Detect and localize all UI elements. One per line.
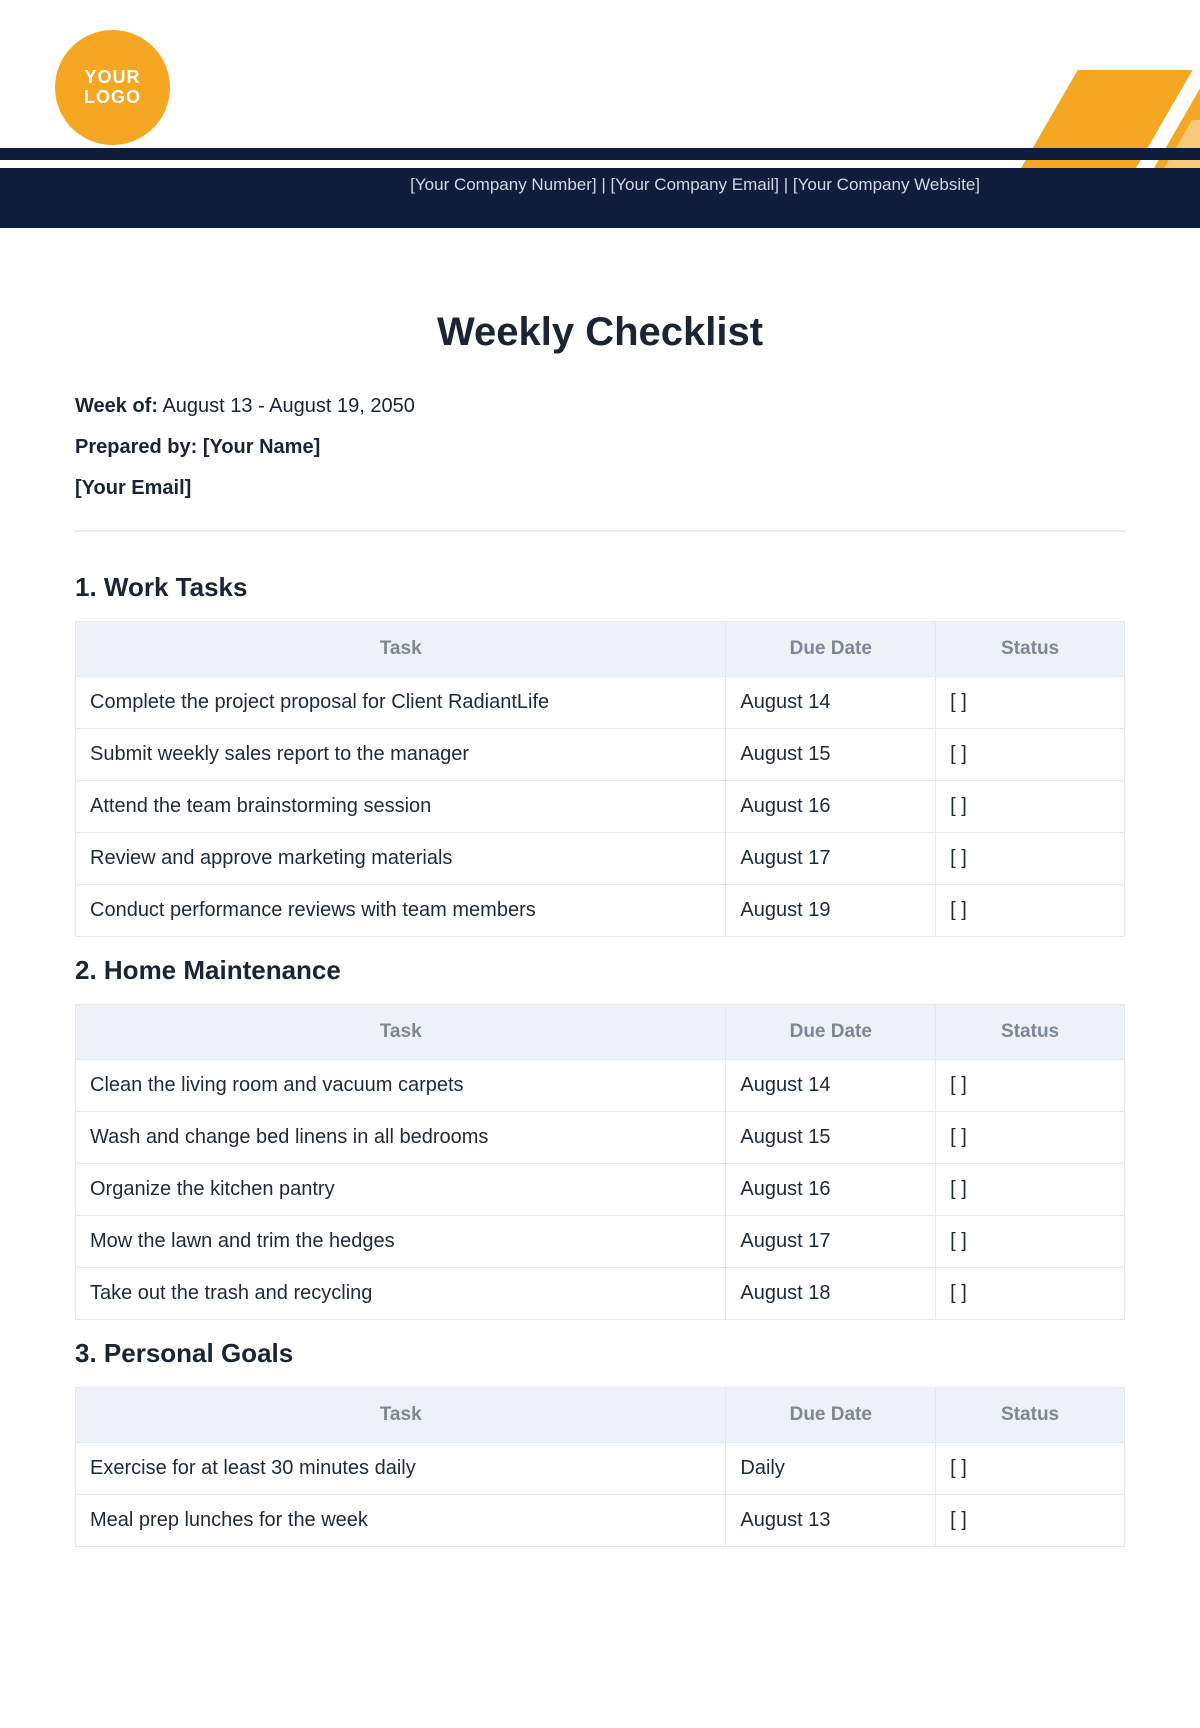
table-row: Clean the living room and vacuum carpets… (76, 1060, 1125, 1112)
mask (800, 0, 1200, 70)
checklist-table: TaskDue DateStatusClean the living room … (75, 1004, 1125, 1320)
week-label: Week of: (75, 395, 158, 417)
cell-task: Review and approve marketing materials (76, 833, 726, 885)
logo-text-line1: YOUR (84, 68, 140, 88)
cell-due-date: August 14 (726, 677, 936, 729)
divider (75, 530, 1125, 532)
column-header-status: Status (936, 622, 1125, 677)
company-website: [Your Company Website] (793, 175, 980, 194)
meta-email: [Your Email] (75, 477, 1125, 500)
column-header-status: Status (936, 1005, 1125, 1060)
cell-due-date: August 15 (726, 1112, 936, 1164)
cell-status-checkbox[interactable]: [ ] (936, 885, 1125, 937)
table-row: Wash and change bed linens in all bedroo… (76, 1112, 1125, 1164)
cell-task: Attend the team brainstorming session (76, 781, 726, 833)
checklist-table: TaskDue DateStatus Complete the project p… (75, 621, 1125, 937)
cell-due-date: August 14 (726, 1060, 936, 1112)
column-header-due: Due Date (726, 1388, 936, 1443)
prepared-label: Prepared by: (75, 436, 197, 458)
meta-week: Week of: August 13 - August 19, 2050 (75, 395, 1125, 418)
table-row: Complete the project proposal for Client… (76, 677, 1125, 729)
meta-prepared: Prepared by: [Your Name] (75, 436, 1125, 459)
checklist-table: TaskDue DateStatusExercise for at least … (75, 1387, 1125, 1547)
cell-status-checkbox[interactable]: [ ] (936, 781, 1125, 833)
cell-due-date: August 16 (726, 1164, 936, 1216)
logo-placeholder: YOUR LOGO (55, 30, 170, 145)
cell-task: Submit weekly sales report to the manage… (76, 729, 726, 781)
cell-status-checkbox[interactable]: [ ] (936, 1216, 1125, 1268)
week-value: August 13 - August 19, 2050 (162, 395, 414, 417)
company-number: [Your Company Number] (410, 175, 596, 194)
section-heading: 1. Work Tasks (75, 572, 1125, 603)
cell-status-checkbox[interactable]: [ ] (936, 1495, 1125, 1547)
table-row: Conduct performance reviews with team me… (76, 885, 1125, 937)
table-row: Organize the kitchen pantryAugust 16[ ] (76, 1164, 1125, 1216)
cell-task: Mow the lawn and trim the hedges (76, 1216, 726, 1268)
separator: | (784, 175, 793, 194)
cell-status-checkbox[interactable]: [ ] (936, 1443, 1125, 1495)
table-row: Attend the team brainstorming sessionAug… (76, 781, 1125, 833)
header-contact-line: [Your Company Number] | [Your Company Em… (300, 172, 980, 198)
table-row: Exercise for at least 30 minutes dailyDa… (76, 1443, 1125, 1495)
column-header-task: Task (76, 622, 726, 677)
section-heading: 3. Personal Goals (75, 1338, 1125, 1369)
cell-status-checkbox[interactable]: [ ] (936, 1164, 1125, 1216)
cell-due-date: August 16 (726, 781, 936, 833)
header-stripe (0, 148, 1200, 160)
cell-due-date: August 13 (726, 1495, 936, 1547)
cell-status-checkbox[interactable]: [ ] (936, 1060, 1125, 1112)
cell-status-checkbox[interactable]: [ ] (936, 1268, 1125, 1320)
prepared-value: [Your Name] (203, 436, 320, 458)
cell-task: Conduct performance reviews with team me… (76, 885, 726, 937)
table-row: Review and approve marketing materialsAu… (76, 833, 1125, 885)
cell-status-checkbox[interactable]: [ ] (936, 729, 1125, 781)
separator: | (601, 175, 610, 194)
cell-task: Organize the kitchen pantry (76, 1164, 726, 1216)
column-header-task: Task (76, 1005, 726, 1060)
column-header-due: Due Date (726, 1005, 936, 1060)
cell-task: Clean the living room and vacuum carpets (76, 1060, 726, 1112)
section-heading: 2. Home Maintenance (75, 955, 1125, 986)
cell-due-date: August 17 (726, 833, 936, 885)
table-row: Take out the trash and recyclingAugust 1… (76, 1268, 1125, 1320)
cell-due-date: August 15 (726, 729, 936, 781)
cell-status-checkbox[interactable]: [ ] (936, 833, 1125, 885)
cell-due-date: Daily (726, 1443, 936, 1495)
cell-due-date: August 17 (726, 1216, 936, 1268)
column-header-task: Task (76, 1388, 726, 1443)
email-value: [Your Email] (75, 477, 191, 499)
cell-status-checkbox[interactable]: [ ] (936, 1112, 1125, 1164)
column-header-due: Due Date (726, 622, 936, 677)
cell-task: Take out the trash and recycling (76, 1268, 726, 1320)
table-row: Submit weekly sales report to the manage… (76, 729, 1125, 781)
logo-text-line2: LOGO (84, 88, 141, 108)
cell-due-date: August 18 (726, 1268, 936, 1320)
table-row: Mow the lawn and trim the hedgesAugust 1… (76, 1216, 1125, 1268)
cell-task: Exercise for at least 30 minutes daily (76, 1443, 726, 1495)
cell-task: Complete the project proposal for Client… (76, 677, 726, 729)
page-title: Weekly Checklist (75, 310, 1125, 355)
company-email: [Your Company Email] (611, 175, 780, 194)
table-row: Meal prep lunches for the weekAugust 13[… (76, 1495, 1125, 1547)
cell-due-date: August 19 (726, 885, 936, 937)
cell-status-checkbox[interactable]: [ ] (936, 677, 1125, 729)
column-header-status: Status (936, 1388, 1125, 1443)
cell-task: Wash and change bed linens in all bedroo… (76, 1112, 726, 1164)
cell-task: Meal prep lunches for the week (76, 1495, 726, 1547)
